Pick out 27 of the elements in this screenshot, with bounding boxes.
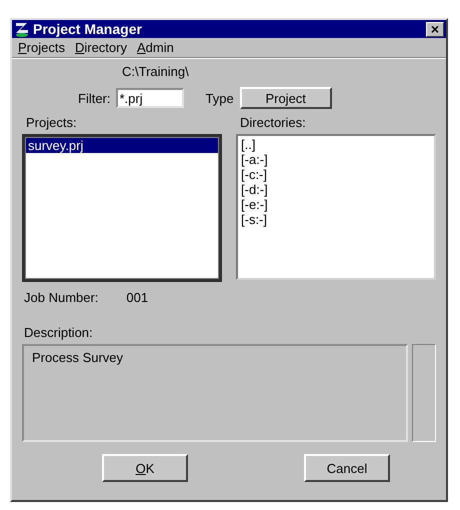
filter-label: Filter:	[78, 90, 110, 106]
description-field[interactable]: Process Survey	[22, 344, 408, 442]
folder-entry[interactable]: [..]	[239, 137, 433, 152]
directories-label: Directories:	[239, 115, 307, 130]
type-label: Type	[206, 90, 234, 106]
folder-entry[interactable]: [-s:-]	[239, 212, 433, 227]
folder-entry[interactable]: [-a:-]	[239, 152, 433, 167]
folder-entry[interactable]: [-e:-]	[239, 197, 433, 212]
app-icon	[14, 21, 30, 37]
job-number-label: Job Number:	[24, 290, 98, 305]
folder-entry[interactable]: [-d:-]	[239, 182, 433, 197]
folder-entry[interactable]: [-c:-]	[239, 167, 433, 182]
menu-item[interactable]: Admin	[136, 40, 174, 55]
dialog-button[interactable]: Cancel	[304, 454, 390, 482]
type-button[interactable]: Project	[240, 87, 332, 109]
filter-field[interactable]: *.prj	[116, 88, 184, 108]
path-label: C:\Training\	[121, 64, 190, 79]
dialog-button[interactable]: OK	[102, 454, 188, 482]
scroll-bar[interactable]	[412, 344, 436, 442]
description-label: Description:	[23, 325, 94, 340]
close-button[interactable]: ×	[426, 22, 444, 36]
menu-item[interactable]: Projects	[18, 40, 65, 55]
job-number-value: 001	[126, 290, 148, 305]
projects-label: Projects:	[25, 115, 78, 130]
menu-item[interactable]: Directory	[74, 40, 127, 55]
window-title: Project Manager	[33, 21, 143, 37]
project-item[interactable]: survey.prj	[26, 138, 218, 153]
